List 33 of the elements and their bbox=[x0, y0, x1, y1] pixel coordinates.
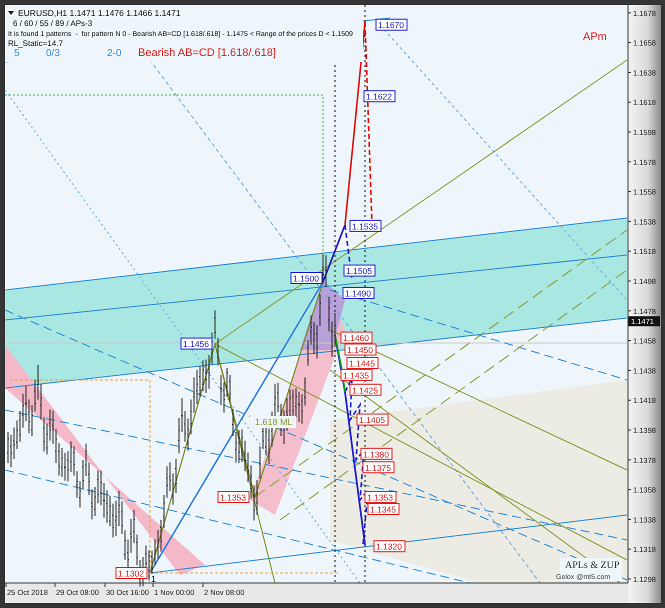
price-label: 1.1425 bbox=[350, 384, 382, 396]
price-label: 1.1353 bbox=[218, 491, 250, 504]
pattern-mark-text: 0/3 bbox=[46, 48, 60, 59]
price-label: 1.1345 bbox=[368, 502, 400, 515]
collapse-triangle-icon bbox=[8, 11, 14, 15]
price-label: 1.1320 bbox=[374, 540, 406, 552]
price-label: 1.1670 bbox=[376, 18, 408, 31]
info-text: 6 / 60 / 55 / 89 / APs-3 bbox=[13, 19, 92, 28]
pattern-name-text: Bearish AB=CD [1.618/.618] bbox=[138, 47, 276, 59]
pattern-mark-text: 5 bbox=[14, 48, 20, 59]
price-label: 1.1302 bbox=[116, 567, 148, 580]
credit-text: APLs & ZUP bbox=[565, 560, 620, 571]
price-label: 1.1445 bbox=[346, 356, 378, 369]
info-text: RL_Static=14.7 bbox=[8, 39, 63, 48]
price-label: 1.1435 bbox=[340, 368, 372, 381]
median-line-label: 1.618 ML bbox=[255, 417, 293, 427]
corner-tag-text: APm bbox=[583, 31, 607, 43]
price-label: 1.1456 bbox=[180, 338, 212, 350]
price-label: 1.1505 bbox=[344, 264, 376, 277]
price-label: 1.1460 bbox=[340, 332, 372, 344]
pattern-mark-text: 2-0 bbox=[107, 48, 122, 59]
price-label: 1.1405 bbox=[356, 414, 388, 426]
price-label: 1.1450 bbox=[344, 344, 376, 356]
price-label: 1.1380 bbox=[360, 448, 392, 460]
price-label: 1.1490 bbox=[342, 286, 374, 299]
pattern-triangle bbox=[300, 280, 345, 350]
price-label: 1.1500 bbox=[290, 272, 322, 284]
price-label: 1.1375 bbox=[362, 461, 394, 474]
point-number-text: 1 bbox=[151, 574, 156, 584]
price-label: 1.1622 bbox=[364, 90, 396, 102]
price-label: 1.1353 bbox=[364, 491, 396, 504]
price-label: 1.1535 bbox=[350, 220, 382, 232]
symbol-quote-text: EURUSD,H1 1.1471 1.1476 1.1466 1.1471 bbox=[18, 8, 181, 18]
